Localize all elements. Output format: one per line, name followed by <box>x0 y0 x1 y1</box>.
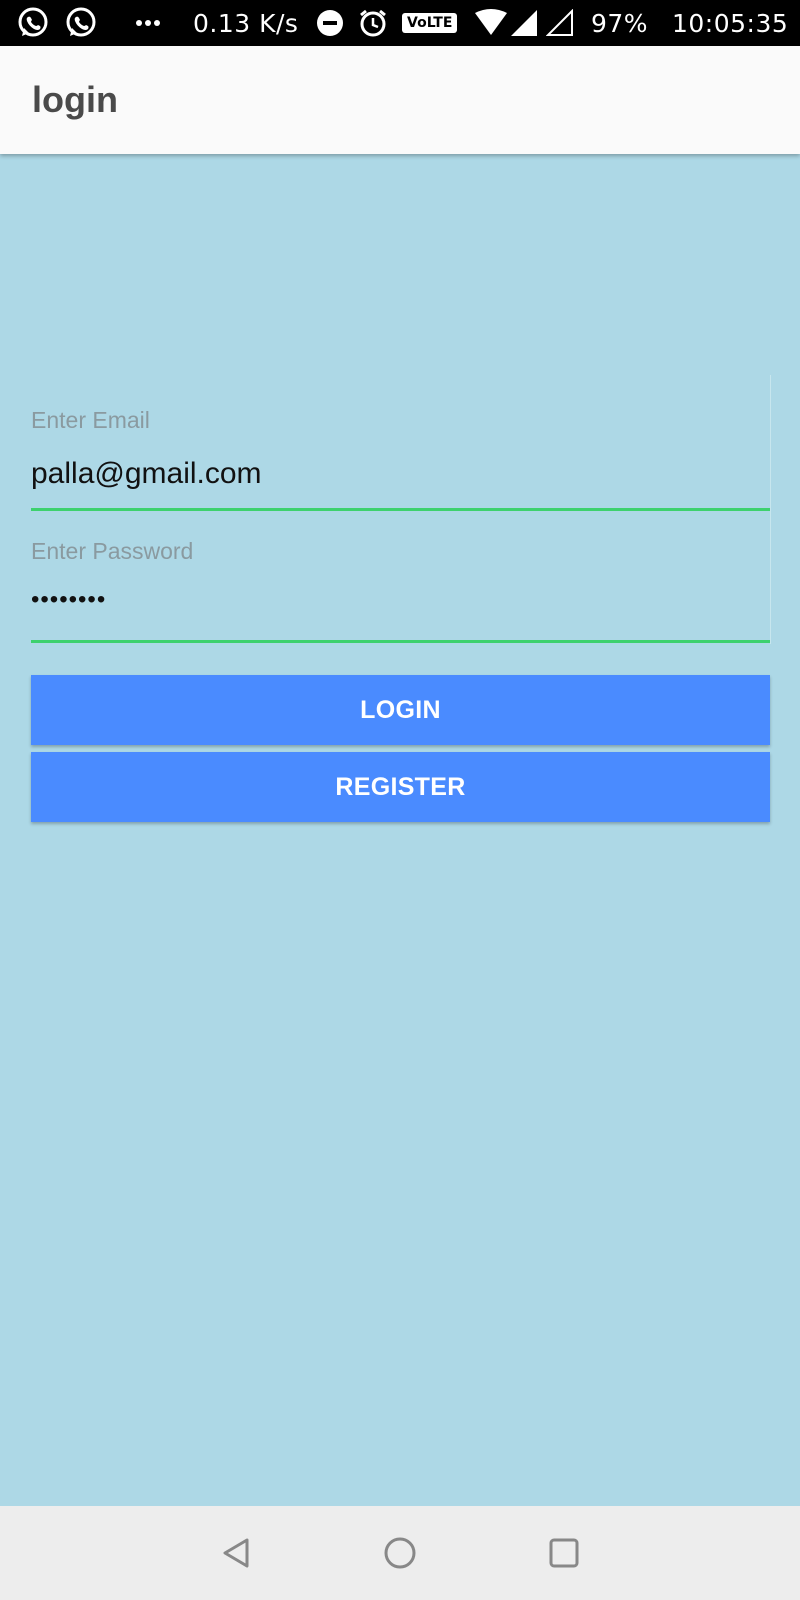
back-icon[interactable] <box>196 1506 276 1600</box>
email-label: Enter Email <box>31 407 150 433</box>
signal-empty-icon <box>546 0 574 46</box>
email-field[interactable]: Enter Email palla@gmail.com <box>31 375 771 512</box>
battery-level: 97% <box>591 8 649 38</box>
whatsapp-icon <box>16 0 50 46</box>
email-underline <box>31 508 770 511</box>
signal-icon <box>510 0 538 46</box>
dnd-icon <box>316 0 344 46</box>
password-underline <box>31 640 770 643</box>
recents-icon[interactable] <box>524 1506 604 1600</box>
password-input[interactable]: •••••••• <box>31 586 106 614</box>
register-button[interactable]: REGISTER <box>31 752 770 822</box>
home-icon[interactable] <box>360 1506 440 1600</box>
password-field[interactable]: Enter Password •••••••• <box>31 512 771 644</box>
more-icon <box>136 0 160 46</box>
password-label: Enter Password <box>31 538 194 564</box>
wifi-icon <box>474 0 508 46</box>
net-speed: 0.13 K/s <box>193 8 299 38</box>
navigation-bar <box>0 1506 800 1600</box>
field-edge <box>770 512 771 644</box>
status-bar: 0.13 K/s VoLTE 97% 10:05:35 <box>0 0 800 46</box>
login-button[interactable]: LOGIN <box>31 675 770 745</box>
app-bar: login <box>0 46 800 154</box>
field-edge <box>770 375 771 512</box>
alarm-icon <box>358 0 388 46</box>
volte-icon: VoLTE <box>402 0 458 46</box>
page-title: login <box>32 79 118 120</box>
whatsapp-icon <box>64 0 98 46</box>
clock: 10:05:35 <box>672 8 789 38</box>
email-input[interactable]: palla@gmail.com <box>31 457 262 491</box>
